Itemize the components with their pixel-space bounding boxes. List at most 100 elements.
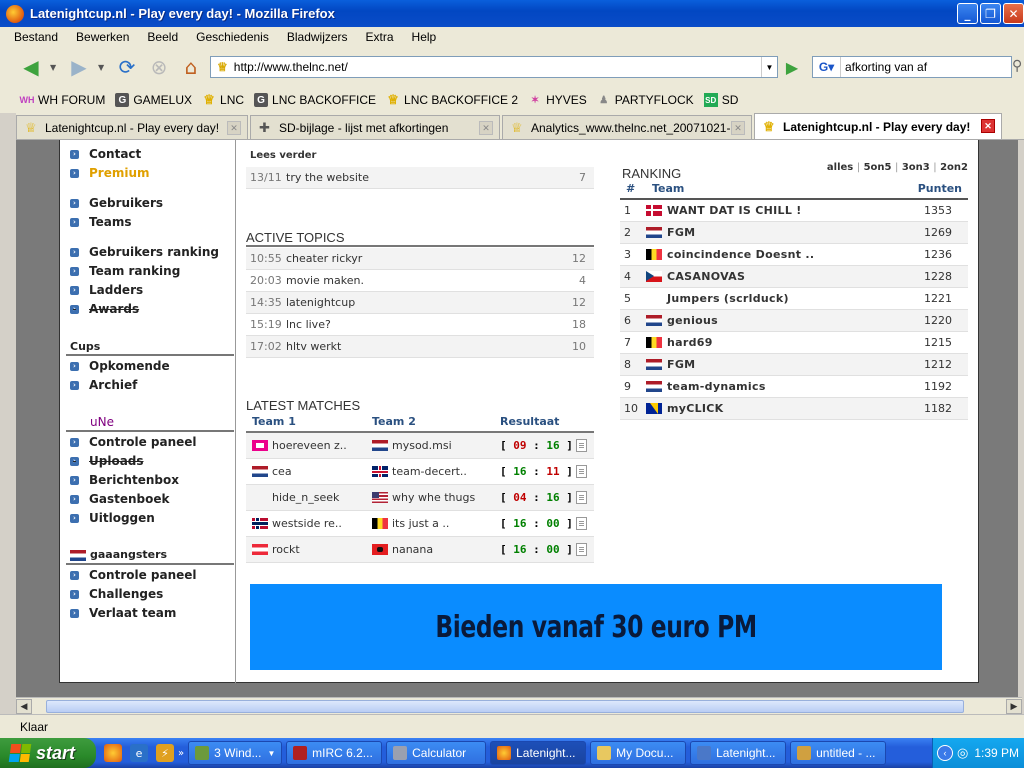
tray-expand-chevron-icon[interactable]: ‹ (937, 745, 953, 761)
rank-team[interactable]: myCLICK (667, 402, 724, 415)
firefox-quicklaunch-icon[interactable] (104, 744, 122, 762)
sidebar-item-contact[interactable]: › Contact (70, 147, 141, 161)
search-magnifier-icon[interactable]: ⚲ (1012, 58, 1022, 74)
sidebar-item-premium[interactable]: › Premium (70, 166, 150, 180)
ranking-row[interactable]: 8 FGM 1212 (620, 354, 968, 376)
forward-arrow-icon[interactable]: ▶ (66, 54, 92, 80)
list-item[interactable]: 10:55 cheater rickyr 12 (246, 248, 594, 270)
team1-name[interactable]: westside re.. (272, 517, 342, 530)
bookmark-lnc-backoffice-2[interactable]: ♕ LNC BACKOFFICE 2 (386, 92, 518, 107)
match-score[interactable]: [ 09 : 16 ] (500, 439, 573, 452)
rank-team[interactable]: Jumpers (scrlduck) (667, 292, 789, 305)
home-icon[interactable]: ⌂ (178, 54, 204, 80)
sidebar-item-team-ranking[interactable]: › Team ranking (70, 264, 180, 278)
item-subject[interactable]: hltv werkt (286, 340, 341, 353)
tab-analytics[interactable]: ♕ Analytics_www.thelnc.net_20071021-... … (502, 115, 752, 139)
sidebar-item-awards[interactable]: › Awards (70, 302, 139, 316)
taskbar-item-calculator[interactable]: Calculator (386, 741, 487, 765)
maximize-button[interactable]: ❐ (980, 3, 1001, 24)
taskbar-item-mirc[interactable]: mIRC 6.2... (286, 741, 383, 765)
taskbar-item-untitled[interactable]: untitled - ... (790, 741, 887, 765)
ranking-row[interactable]: 2 FGM 1269 (620, 222, 968, 244)
winamp-quicklaunch-icon[interactable]: ⚡ (156, 744, 174, 762)
team2-name[interactable]: mysod.msi (392, 439, 452, 452)
sidebar-item-team-controle-paneel[interactable]: › Controle paneel (70, 568, 197, 582)
bookmark-wh-forum[interactable]: WH WH FORUM (20, 93, 106, 107)
back-arrow-icon[interactable]: ◀ (18, 54, 44, 80)
tab-close-icon[interactable]: ✕ (731, 121, 745, 135)
list-item[interactable]: 13/11 try the website 7 (246, 167, 594, 189)
search-input[interactable]: afkorting van af (845, 60, 927, 74)
ranking-row[interactable]: 1 WANT DAT IS CHILL ! 1353 (620, 200, 968, 222)
team1-name[interactable]: hoereveen z.. (272, 439, 347, 452)
sidebar-item-gebruikers-ranking[interactable]: › Gebruikers ranking (70, 245, 219, 259)
document-icon[interactable] (576, 465, 587, 478)
menu-geschiedenis[interactable]: Geschiedenis (196, 30, 269, 44)
taskbar-item-latenight-2[interactable]: Latenight... (690, 741, 787, 765)
ranking-row[interactable]: 6 genious 1220 (620, 310, 968, 332)
ie-quicklaunch-icon[interactable]: e (130, 744, 148, 762)
minimize-button[interactable]: _ (957, 3, 978, 24)
document-icon[interactable] (576, 491, 587, 504)
ranking-row[interactable]: 5 Jumpers (scrlduck) 1221 (620, 288, 968, 310)
sidebar-item-gastenboek[interactable]: › Gastenboek (70, 492, 169, 506)
bookmark-hyves[interactable]: ✶ HYVES (528, 93, 587, 107)
document-icon[interactable] (576, 543, 587, 556)
scrollbar-thumb[interactable] (46, 700, 964, 713)
url-dropdown-icon[interactable]: ▼ (761, 57, 777, 77)
user-heading[interactable]: uNe (90, 415, 114, 429)
tab-latenightcup-1[interactable]: ♕ Latenightcup.nl - Play every day! ✕ (16, 115, 248, 139)
list-item[interactable]: 14:35 latenightcup 12 (246, 292, 594, 314)
team2-name[interactable]: team-decert.. (392, 465, 467, 478)
filter-5on5[interactable]: 5on5 (864, 162, 892, 173)
taskbar-item-my-documents[interactable]: My Docu... (590, 741, 687, 765)
tray-app-icon[interactable]: ◎ (957, 745, 968, 761)
sidebar-item-archief[interactable]: › Archief (70, 378, 137, 392)
horizontal-scrollbar[interactable]: ◀ ▶ (16, 697, 1022, 714)
item-subject[interactable]: lnc live? (286, 318, 331, 331)
rank-team[interactable]: WANT DAT IS CHILL ! (667, 204, 802, 217)
tab-close-icon[interactable]: ✕ (981, 119, 995, 133)
sidebar-item-uitloggen[interactable]: › Uitloggen (70, 511, 155, 525)
match-score[interactable]: [ 04 : 16 ] (500, 491, 573, 504)
team1-name[interactable]: rockt (272, 543, 300, 556)
taskbar-item-windows[interactable]: 3 Wind... ▼ (188, 741, 283, 765)
reload-icon[interactable]: ⟳ (114, 54, 140, 80)
menu-help[interactable]: Help (412, 30, 437, 44)
team1-name[interactable]: hide_n_seek (272, 491, 339, 504)
team2-name[interactable]: its just a .. (392, 517, 449, 530)
list-item[interactable]: 17:02 hltv werkt 10 (246, 336, 594, 358)
scroll-right-arrow-icon[interactable]: ▶ (1006, 699, 1022, 714)
team2-name[interactable]: nanana (392, 543, 433, 556)
tab-latenightcup-active[interactable]: ♕ Latenightcup.nl - Play every day! ✕ (754, 113, 1002, 139)
start-button[interactable]: start (0, 738, 96, 768)
tab-close-icon[interactable]: ✕ (227, 121, 241, 135)
go-arrow-icon[interactable]: ▶ (782, 58, 802, 77)
stop-icon[interactable]: ⊗ (146, 54, 172, 80)
item-subject[interactable]: movie maken. (286, 274, 364, 287)
sidebar-item-berichtenbox[interactable]: › Berichtenbox (70, 473, 179, 487)
bookmark-lnc-backoffice[interactable]: G LNC BACKOFFICE (254, 93, 376, 107)
item-subject[interactable]: latenightcup (286, 296, 355, 309)
filter-alles[interactable]: alles (827, 162, 853, 173)
rank-team[interactable]: FGM (667, 358, 695, 371)
rank-team[interactable]: coincindence Doesnt .. (667, 248, 814, 261)
menu-extra[interactable]: Extra (366, 30, 394, 44)
item-subject[interactable]: try the website (286, 171, 369, 184)
team2-name[interactable]: why whe thugs (392, 491, 475, 504)
list-item[interactable]: 20:03 movie maken. 4 (246, 270, 594, 292)
document-icon[interactable] (576, 517, 587, 530)
sidebar-item-controle-paneel[interactable]: › Controle paneel (70, 435, 197, 449)
menu-bewerken[interactable]: Bewerken (76, 30, 129, 44)
match-row[interactable]: cea team-decert.. [ 16 : 11 ] (246, 459, 594, 485)
sidebar-item-ladders[interactable]: › Ladders (70, 283, 143, 297)
bookmark-sd[interactable]: SD SD (703, 93, 738, 107)
team-heading[interactable]: gaaangsters (70, 548, 167, 561)
google-search-engine-icon[interactable]: G▾ (813, 57, 841, 77)
sidebar-item-opkomende[interactable]: › Opkomende (70, 359, 170, 373)
menu-bladwijzers[interactable]: Bladwijzers (287, 30, 348, 44)
match-score[interactable]: [ 16 : 00 ] (500, 517, 573, 530)
taskbar-item-latenight-firefox[interactable]: Latenight... (490, 741, 587, 765)
sidebar-item-gebruikers[interactable]: › Gebruikers (70, 196, 163, 210)
tab-close-icon[interactable]: ✕ (479, 121, 493, 135)
